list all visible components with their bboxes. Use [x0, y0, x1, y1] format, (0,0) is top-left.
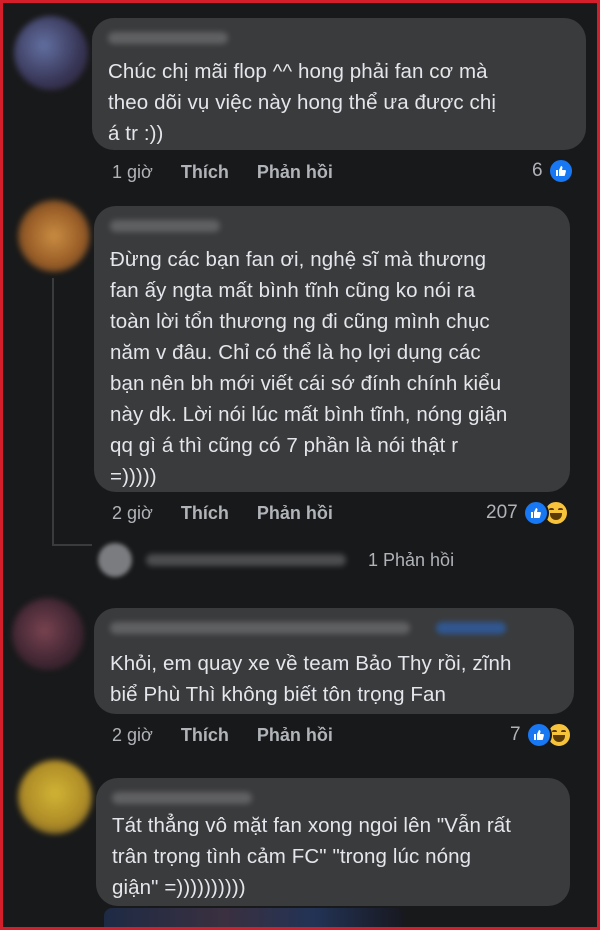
thread-line	[52, 544, 92, 546]
comment-bubble: Chúc chị mãi flop ^^ hong phải fan cơ mà…	[92, 18, 586, 150]
attached-image[interactable]	[104, 908, 404, 930]
avatar[interactable]	[12, 598, 84, 670]
avatar[interactable]	[18, 760, 92, 834]
avatar[interactable]	[18, 200, 90, 272]
comment-actions: 2 giờ Thích Phản hồi	[112, 501, 361, 525]
like-icon	[547, 158, 574, 184]
author-name[interactable]	[108, 32, 228, 44]
replies-count: 1 Phản hồi	[368, 549, 455, 570]
author-name[interactable]	[112, 792, 252, 804]
comment-time[interactable]: 1 giờ	[112, 162, 153, 183]
comment-bubble: Đừng các bạn fan ơi, nghệ sĩ mà thương f…	[94, 206, 570, 492]
comment-actions: 2 giờ Thích Phản hồi	[112, 723, 361, 747]
like-button[interactable]: Thích	[181, 162, 229, 183]
reaction-count: 7	[510, 724, 521, 745]
reaction-summary[interactable]: 207	[486, 500, 569, 526]
reply-button[interactable]: Phản hồi	[257, 503, 333, 524]
comment-text: Đừng các bạn fan ơi, nghệ sĩ mà thương f…	[110, 248, 508, 488]
comment-text: Chúc chị mãi flop ^^ hong phải fan cơ mà…	[108, 60, 497, 145]
reply-avatar	[98, 543, 132, 577]
view-replies[interactable]: 1 Phản hồi	[98, 543, 454, 577]
author-name[interactable]	[110, 622, 410, 634]
avatar[interactable]	[14, 16, 88, 90]
like-button[interactable]: Thích	[181, 503, 229, 524]
comment-actions: 1 giờ Thích Phản hồi	[112, 160, 361, 184]
reaction-summary[interactable]: 6	[532, 158, 574, 184]
like-icon	[525, 722, 552, 748]
comment-bubble: Khỏi, em quay xe về team Bảo Thy rồi, zĩ…	[94, 608, 574, 714]
reply-button[interactable]: Phản hồi	[257, 162, 333, 183]
reaction-summary[interactable]: 7	[510, 722, 572, 748]
comment-time[interactable]: 2 giờ	[112, 503, 153, 524]
author-name[interactable]	[110, 220, 220, 232]
comment-bubble: Tát thẳng vô mặt fan xong ngoi lên "Vẫn …	[96, 778, 570, 906]
like-button[interactable]: Thích	[181, 725, 229, 746]
reply-author-name	[146, 554, 346, 566]
thread-line	[52, 278, 54, 546]
reply-button[interactable]: Phản hồi	[257, 725, 333, 746]
author-badge[interactable]	[436, 622, 506, 634]
reaction-count: 207	[486, 502, 518, 523]
comment-time[interactable]: 2 giờ	[112, 725, 153, 746]
reaction-count: 6	[532, 160, 543, 181]
comment-text: Tát thẳng vô mặt fan xong ngoi lên "Vẫn …	[112, 814, 512, 899]
like-icon	[522, 500, 549, 526]
comment-text: Khỏi, em quay xe về team Bảo Thy rồi, zĩ…	[110, 652, 512, 706]
